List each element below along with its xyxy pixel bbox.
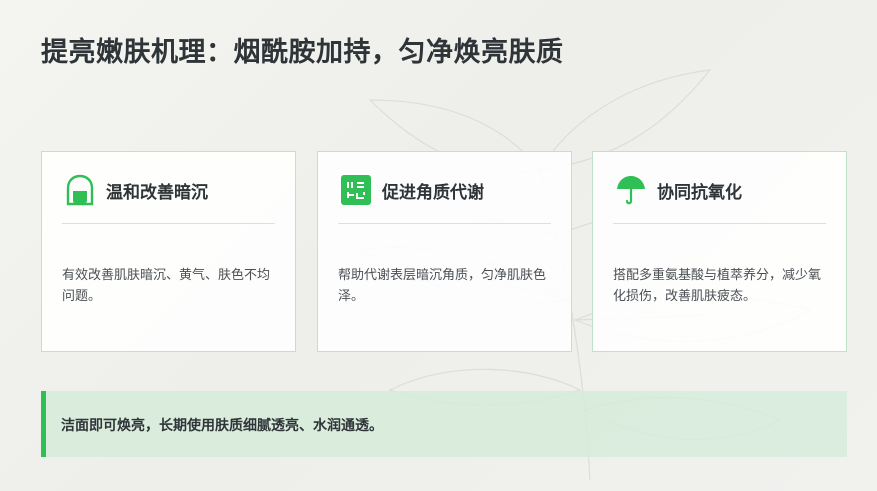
- card-divider: [338, 223, 551, 224]
- feature-card-metabolism: 促进角质代谢 帮助代谢表层暗沉角质，匀净肌肤色泽。: [317, 151, 572, 352]
- card-divider: [62, 223, 275, 224]
- summary-callout: 洁面即可焕亮，长期使用肤质细腻透亮、水润通透。: [41, 391, 847, 457]
- card-header: 温和改善暗沉: [64, 174, 208, 206]
- card-header: 协同抗氧化: [615, 174, 742, 206]
- feature-card-brighten: 温和改善暗沉 有效改善肌肤暗沉、黄气、肤色不均问题。: [41, 151, 296, 352]
- card-title: 温和改善暗沉: [106, 182, 208, 203]
- page-title: 提亮嫩肤机理：烟酰胺加持，匀净焕亮肤质: [41, 37, 564, 68]
- callout-text: 洁面即可焕亮，长期使用肤质细腻透亮、水润通透。: [61, 418, 383, 434]
- card-title: 促进角质代谢: [382, 182, 484, 203]
- grid-panel-icon: [340, 174, 372, 206]
- card-header: 促进角质代谢: [340, 174, 484, 206]
- shield-icon: [64, 174, 96, 206]
- card-description: 帮助代谢表层暗沉角质，匀净肌肤色泽。: [338, 268, 547, 304]
- card-description: 有效改善肌肤暗沉、黄气、肤色不均问题。: [62, 268, 271, 304]
- callout-accent-bar: [41, 391, 46, 457]
- card-title: 协同抗氧化: [657, 182, 742, 203]
- umbrella-icon: [615, 174, 647, 206]
- card-divider: [613, 223, 826, 224]
- feature-card-antioxidant: 协同抗氧化 搭配多重氨基酸与植萃养分，减少氧化损伤，改善肌肤疲态。: [592, 151, 847, 352]
- card-description: 搭配多重氨基酸与植萃养分，减少氧化损伤，改善肌肤疲态。: [613, 268, 822, 304]
